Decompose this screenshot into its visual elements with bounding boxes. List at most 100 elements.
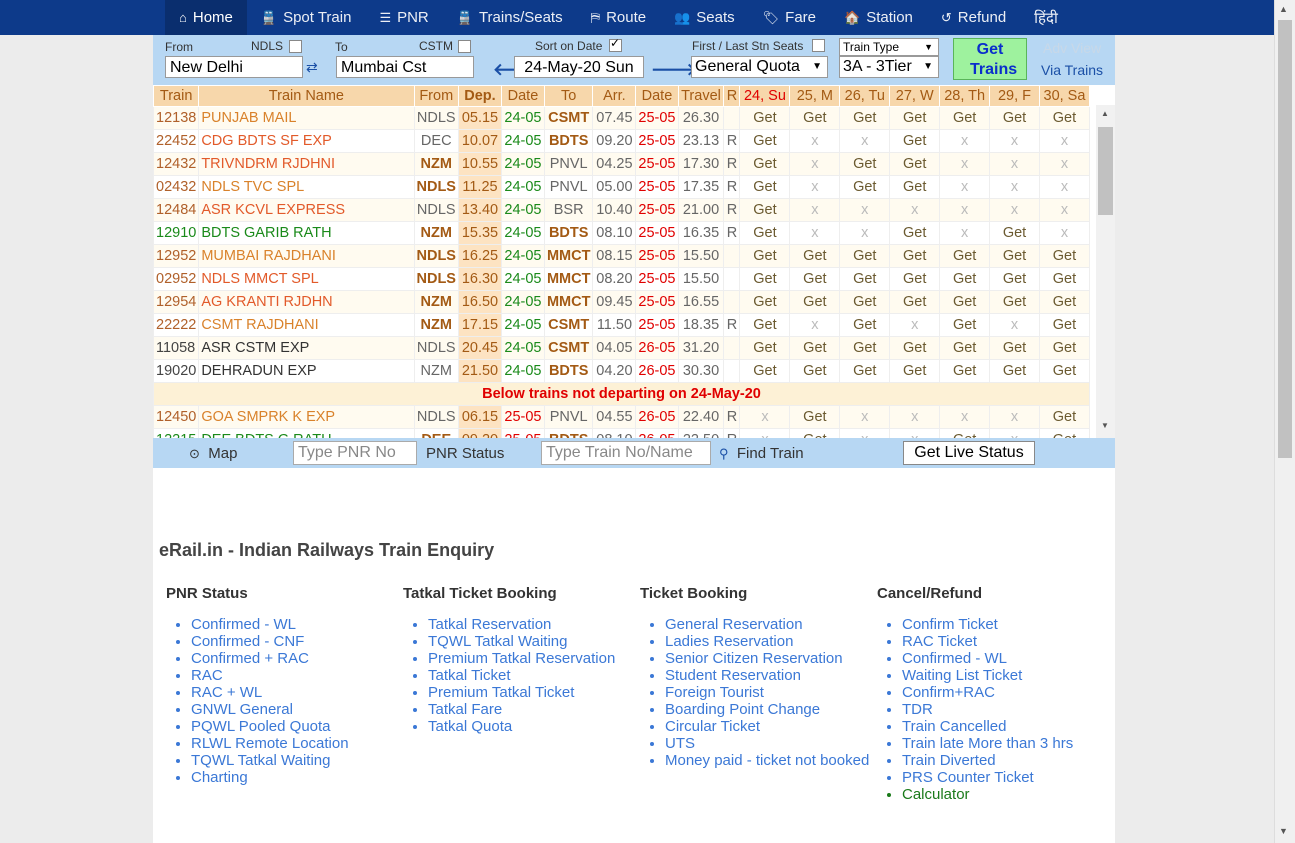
ndls-checkbox[interactable] [289, 40, 302, 53]
page-scroll-thumb[interactable] [1278, 20, 1292, 458]
table-row[interactable]: 12910 BDTS GARIB RATH NZM 15.35 24-05 BDTS 08.… [153, 221, 1090, 245]
table-row[interactable]: 12450 GOA SMPRK K EXP NDLS 06.15 25-05 PNVL 04… [153, 405, 1090, 429]
footer-link[interactable]: RLWL Remote Location [191, 735, 396, 752]
column-header[interactable]: 24, Su [739, 85, 791, 107]
nav-item-seats[interactable]: 👥 Seats [660, 0, 749, 35]
column-header[interactable]: 30, Sa [1038, 85, 1090, 107]
train-number[interactable]: 12484 [153, 198, 200, 222]
scroll-up-icon[interactable]: ▲ [1101, 109, 1109, 118]
get-availability-link[interactable]: Get [889, 129, 941, 153]
get-availability-link[interactable]: Get [889, 290, 941, 314]
table-row[interactable]: 12215DEE BDTS G RATHDEE09.2025-05BDTS08.… [153, 428, 1090, 438]
footer-link[interactable]: Tatkal Quota [428, 718, 633, 735]
get-availability-link[interactable]: Get [739, 359, 791, 383]
train-number[interactable]: 11058 [153, 336, 200, 360]
train-name[interactable]: ASR CSTM EXP [198, 336, 415, 360]
footer-link[interactable]: General Reservation [665, 616, 870, 633]
swap-icon[interactable]: ⇄ [306, 59, 318, 76]
get-availability-link[interactable]: Get [1038, 290, 1090, 314]
footer-link[interactable]: RAC [191, 667, 396, 684]
nav-item-pnr[interactable]: ☰ PNR [365, 0, 442, 35]
pnr-status-button[interactable]: PNR Status [426, 445, 504, 462]
live-status-button[interactable]: Get Live Status [903, 441, 1035, 465]
class-select[interactable]: 3A - 3Tier ▼ [839, 56, 939, 78]
get-availability-link[interactable]: Get [839, 359, 891, 383]
nav-item-station[interactable]: 🏠 Station [830, 0, 927, 35]
train-number[interactable]: 12910 [153, 221, 200, 245]
get-availability-link[interactable]: Get [739, 244, 791, 268]
adv-view-link[interactable]: Adv View [1043, 40, 1101, 56]
footer-link[interactable]: Circular Ticket [665, 718, 870, 735]
train-name[interactable]: GOA SMPRK K EXP [198, 405, 415, 429]
get-availability-link[interactable]: Get [839, 152, 891, 176]
get-availability-link[interactable]: Get [889, 106, 941, 130]
get-availability-link[interactable]: Get [939, 244, 991, 268]
get-availability-link[interactable]: Get [839, 175, 891, 199]
footer-link[interactable]: Student Reservation [665, 667, 870, 684]
grid-scroll-thumb[interactable] [1098, 127, 1113, 215]
next-date-icon[interactable]: 🡒 [651, 60, 697, 80]
get-availability-link[interactable]: Get [789, 428, 841, 438]
get-availability-link[interactable]: Get [889, 359, 941, 383]
get-availability-link[interactable]: Get [1038, 405, 1090, 429]
get-availability-link[interactable]: Get [1038, 313, 1090, 337]
nav-item-fare[interactable]: 🏷 Fare [749, 0, 830, 35]
get-availability-link[interactable]: Get [739, 336, 791, 360]
date-input[interactable]: 24-May-20 Sun [514, 56, 644, 78]
get-trains-button[interactable]: Get Trains [953, 38, 1027, 80]
footer-link[interactable]: Train late More than 3 hrs [902, 735, 1107, 752]
get-availability-link[interactable]: Get [739, 313, 791, 337]
footer-link[interactable]: RAC Ticket [902, 633, 1107, 650]
column-header[interactable]: 27, W [889, 85, 941, 107]
get-availability-link[interactable]: Get [989, 336, 1040, 360]
table-row[interactable]: 12138 PUNJAB MAIL NDLS 05.15 24-05 CSMT 07.45 2… [153, 106, 1090, 130]
first-last-checkbox[interactable] [812, 39, 825, 52]
footer-link[interactable]: UTS [665, 735, 870, 752]
train-name[interactable]: DEHRADUN EXP [198, 359, 415, 383]
get-availability-link[interactable]: Get [939, 267, 991, 291]
train-number[interactable]: 22222 [153, 313, 200, 337]
column-header[interactable]: Date [500, 85, 545, 107]
get-availability-link[interactable]: Get [939, 359, 991, 383]
table-row[interactable]: 02432 NDLS TVC SPL NDLS 11.25 24-05 PNVL 05.00… [153, 175, 1090, 199]
table-row[interactable]: 12952 MUMBAI RAJDHANI NDLS 16.25 24-05 MMCT 08… [153, 244, 1090, 268]
find-train-button[interactable]: ⚲ Find Train [719, 445, 804, 462]
footer-link[interactable]: Confirmed - WL [191, 616, 396, 633]
footer-link[interactable]: Calculator [902, 786, 1107, 803]
get-availability-link[interactable]: Get [889, 152, 941, 176]
get-availability-link[interactable]: Get [739, 175, 791, 199]
footer-link[interactable]: Confirm+RAC [902, 684, 1107, 701]
nav-item-trains-seats[interactable]: 🚆 Trains/Seats [443, 0, 577, 35]
get-availability-link[interactable]: Get [889, 336, 941, 360]
get-availability-link[interactable]: Get [839, 106, 891, 130]
scroll-down-icon[interactable]: ▼ [1101, 421, 1109, 430]
page-scrollbar[interactable]: ▲ ▼ [1274, 0, 1295, 843]
footer-link[interactable]: Tatkal Fare [428, 701, 633, 718]
get-availability-link[interactable]: Get [789, 359, 841, 383]
get-availability-link[interactable]: Get [1038, 428, 1090, 438]
train-name[interactable]: ASR KCVL EXPRESS [198, 198, 415, 222]
train-number[interactable]: 02432 [153, 175, 200, 199]
get-availability-link[interactable]: Get [989, 106, 1040, 130]
table-row[interactable]: 12432 TRIVNDRM RJDHNI NZM 10.55 24-05 PNVL 04.… [153, 152, 1090, 176]
get-availability-link[interactable]: Get [739, 152, 791, 176]
get-availability-link[interactable]: Get [889, 221, 941, 245]
nav-item-refund[interactable]: ↺ Refund [927, 0, 1020, 35]
footer-link[interactable]: Train Cancelled [902, 718, 1107, 735]
footer-link[interactable]: Premium Tatkal Ticket [428, 684, 633, 701]
table-row[interactable]: 22222 CSMT RAJDHANI NZM 17.15 24-05 CSMT 11.50… [153, 313, 1090, 337]
column-header[interactable]: From [413, 85, 459, 107]
to-input[interactable]: Mumbai Cst [336, 56, 474, 78]
column-header[interactable]: Train Name [198, 85, 415, 107]
from-input[interactable]: New Delhi [165, 56, 303, 78]
via-trains-link[interactable]: Via Trains [1041, 62, 1103, 78]
get-availability-link[interactable]: Get [839, 336, 891, 360]
get-availability-link[interactable]: Get [939, 336, 991, 360]
grid-scrollbar[interactable]: ▲ ▼ [1096, 105, 1115, 438]
train-number[interactable]: 12215 [153, 428, 200, 438]
footer-link[interactable]: PQWL Pooled Quota [191, 718, 396, 735]
pnr-input[interactable]: Type PNR No [293, 441, 417, 465]
get-availability-link[interactable]: Get [939, 290, 991, 314]
footer-link[interactable]: Tatkal Ticket [428, 667, 633, 684]
column-header[interactable]: Date [635, 85, 679, 107]
